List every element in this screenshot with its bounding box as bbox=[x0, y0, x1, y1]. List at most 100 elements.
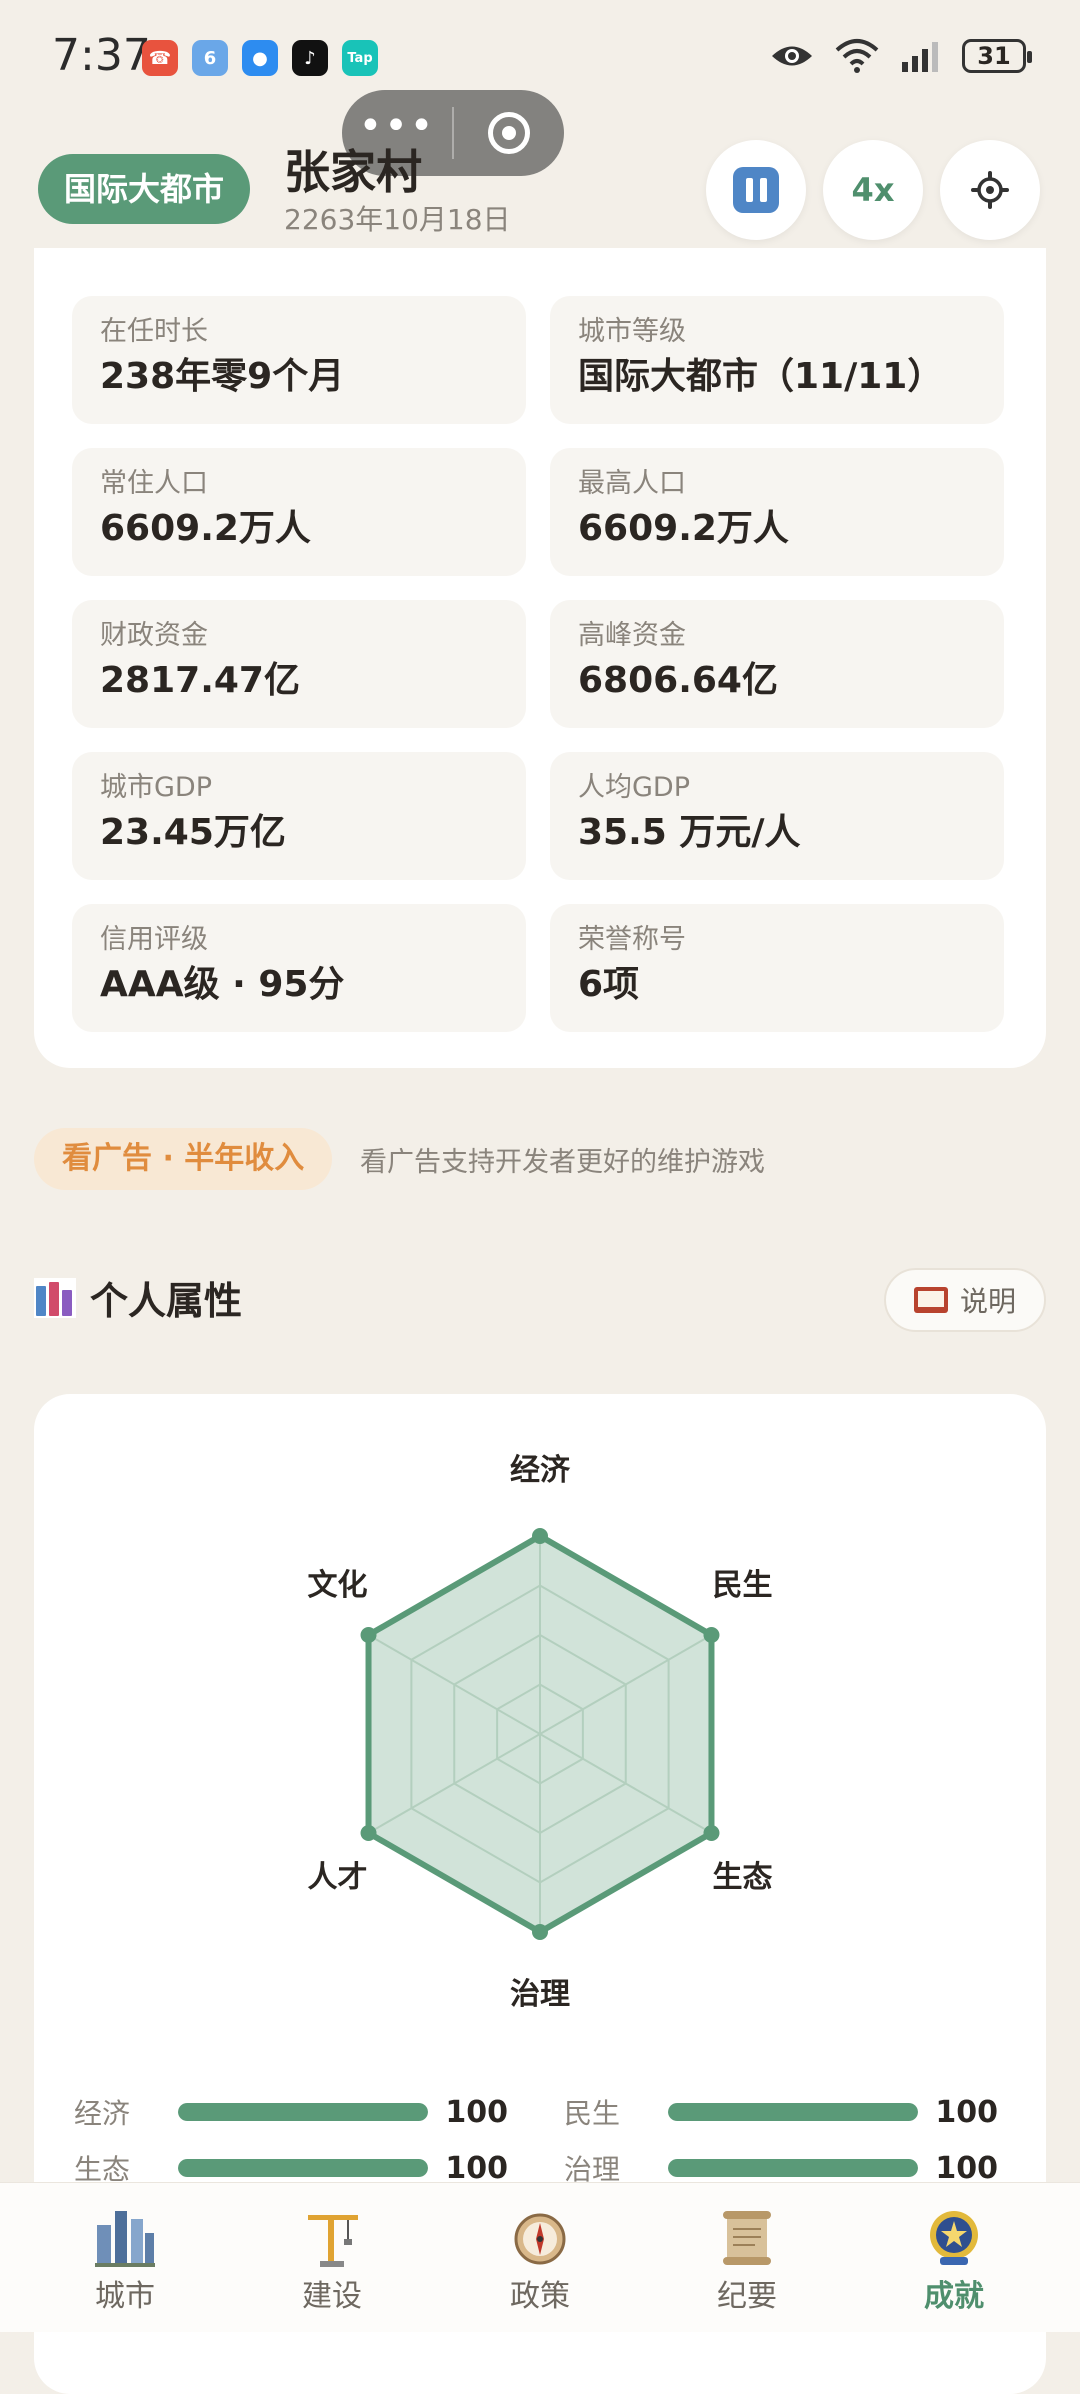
scroll-icon bbox=[715, 2205, 779, 2269]
city-icon bbox=[93, 2205, 157, 2269]
explain-label: 说明 bbox=[959, 1285, 1016, 1318]
stat-value: 国际大都市（11/11） bbox=[578, 356, 944, 397]
stat-value: 2817.47亿 bbox=[100, 660, 300, 701]
pause-icon bbox=[733, 167, 779, 213]
stat-cell: 常住人口 6609.2万人 bbox=[72, 448, 526, 576]
bottom-tab-bar: 城市 建设 政策 纪要 成就 bbox=[0, 2182, 1080, 2332]
radar-data-area bbox=[365, 1533, 715, 1935]
stat-cell: 荣誉称号 6项 bbox=[550, 904, 1004, 1032]
attribute-track bbox=[668, 2103, 918, 2121]
signal-icon bbox=[902, 42, 938, 72]
radar-chart: 经济民生生态治理 人才 文化 bbox=[307, 1453, 773, 2012]
attribute-row: 经济 100 bbox=[74, 2092, 508, 2132]
radar-point-0 bbox=[532, 1528, 548, 1544]
stat-cell: 信用评级 AAA级 · 95分 bbox=[72, 904, 526, 1032]
stat-cell: 城市GDP 23.45万亿 bbox=[72, 752, 526, 880]
stat-value: 6806.64亿 bbox=[578, 660, 778, 701]
tab-city[interactable]: 城市 bbox=[60, 2205, 190, 2315]
tiktok-app-icon: ♪ bbox=[292, 40, 328, 76]
attribute-track bbox=[178, 2103, 428, 2121]
tab-crane[interactable]: 建设 bbox=[267, 2205, 397, 2315]
close-target-icon bbox=[488, 112, 530, 154]
stat-cell: 高峰资金 6806.64亿 bbox=[550, 600, 1004, 728]
attribute-fill bbox=[668, 2159, 918, 2177]
stat-label: 城市GDP bbox=[100, 772, 212, 803]
tab-label: 政策 bbox=[510, 2279, 570, 2314]
stat-value: 6609.2万人 bbox=[100, 508, 311, 549]
watch-ad-button[interactable]: 看广告 · 半年收入 bbox=[34, 1128, 333, 1190]
radar-point-1 bbox=[703, 1627, 720, 1643]
attribute-label: 经济 bbox=[74, 2097, 131, 2130]
stat-label: 人均GDP bbox=[578, 772, 690, 803]
attribute-track bbox=[178, 2159, 428, 2177]
wifi-icon bbox=[835, 39, 879, 73]
radar-axis-label: 文化 bbox=[307, 1568, 367, 1603]
attribute-value: 100 bbox=[445, 2150, 508, 2186]
city-stats-card: 在任时长 238年零9个月 城市等级国际大都市（11/11） 常住人口 6609.2万人… bbox=[34, 248, 1046, 1068]
attribute-row: 民生 100 bbox=[564, 2092, 998, 2132]
game-date: 2263年10月18日 bbox=[284, 203, 511, 236]
eye-icon bbox=[772, 46, 812, 66]
attribute-label: 民生 bbox=[564, 2097, 621, 2130]
status-time: 7:37 bbox=[52, 30, 151, 81]
six-app-icon: 6 bbox=[192, 40, 228, 76]
tab-label: 城市 bbox=[95, 2279, 155, 2314]
radar-axis-label: 治理 bbox=[510, 1977, 570, 2012]
tab-scroll[interactable]: 纪要 bbox=[682, 2205, 812, 2315]
stat-cell: 财政资金 2817.47亿 bbox=[72, 600, 526, 728]
speed-label: 4x bbox=[851, 171, 895, 209]
city-level-badge: 国际大都市 bbox=[38, 154, 251, 224]
stat-label: 信用评级 bbox=[100, 924, 208, 955]
status-indicators: 31 bbox=[770, 38, 1032, 74]
stat-cell: 城市等级国际大都市（11/11） bbox=[550, 296, 1004, 424]
badge-icon bbox=[922, 2205, 986, 2269]
attribute-fill bbox=[178, 2159, 428, 2177]
tab-badge[interactable]: 成就 bbox=[889, 2205, 1019, 2315]
stat-label: 常住人口 bbox=[100, 468, 208, 499]
stat-label: 荣誉称号 bbox=[578, 924, 686, 955]
radar-axis-label: 人才 bbox=[307, 1860, 367, 1895]
tab-compass[interactable]: 政策 bbox=[475, 2205, 605, 2315]
attribute-fill bbox=[668, 2103, 918, 2121]
book-icon bbox=[913, 1287, 948, 1313]
attribute-value: 100 bbox=[935, 2150, 998, 2186]
close-miniprogram-button[interactable] bbox=[454, 112, 564, 154]
stat-label: 高峰资金 bbox=[578, 620, 686, 651]
settings-button[interactable] bbox=[940, 140, 1040, 240]
radar-point-3 bbox=[532, 1924, 548, 1940]
taptap-app-icon: Tap bbox=[342, 40, 378, 76]
stat-value: 23.45万亿 bbox=[100, 812, 286, 853]
stat-value: 35.5 万元/人 bbox=[578, 812, 801, 853]
radar-point-4 bbox=[360, 1825, 377, 1841]
tab-label: 纪要 bbox=[717, 2279, 777, 2314]
speed-button[interactable]: 4x bbox=[823, 140, 923, 240]
chat-app-icon: ● bbox=[242, 40, 278, 76]
radar-axis-label: 民生 bbox=[713, 1568, 773, 1603]
city-name: 张家村 bbox=[284, 145, 422, 199]
stat-value: 6项 bbox=[578, 964, 640, 1005]
stat-cell: 最高人口 6609.2万人 bbox=[550, 448, 1004, 576]
attributes-section-header: 个人属性 bbox=[34, 1270, 242, 1325]
stat-value: 238年零9个月 bbox=[100, 356, 345, 397]
attribute-track bbox=[668, 2159, 918, 2177]
crane-icon bbox=[300, 2205, 364, 2269]
stat-value: 6609.2万人 bbox=[578, 508, 789, 549]
tab-label: 建设 bbox=[302, 2279, 362, 2314]
explain-button[interactable]: 说明 bbox=[883, 1268, 1046, 1332]
stat-label: 最高人口 bbox=[578, 468, 686, 499]
radar-point-2 bbox=[703, 1825, 720, 1841]
stat-label: 财政资金 bbox=[100, 620, 208, 651]
pause-button[interactable] bbox=[706, 140, 806, 240]
tab-label: 成就 bbox=[924, 2279, 984, 2314]
compass-icon bbox=[508, 2205, 572, 2269]
attribute-fill bbox=[178, 2103, 428, 2121]
radar-axis-label: 经济 bbox=[510, 1453, 571, 1488]
bar-chart-icon bbox=[34, 1277, 76, 1318]
stat-cell: 人均GDP 35.5 万元/人 bbox=[550, 752, 1004, 880]
stat-label: 在任时长 bbox=[100, 316, 208, 347]
notification-app-icons: ☎ 6 ● ♪ Tap bbox=[142, 40, 378, 76]
stat-label: 城市等级 bbox=[578, 316, 686, 347]
attribute-value: 100 bbox=[935, 2094, 998, 2130]
ad-description: 看广告支持开发者更好的维护游戏 bbox=[360, 1147, 765, 1178]
radar-axis-label: 生态 bbox=[713, 1860, 773, 1895]
